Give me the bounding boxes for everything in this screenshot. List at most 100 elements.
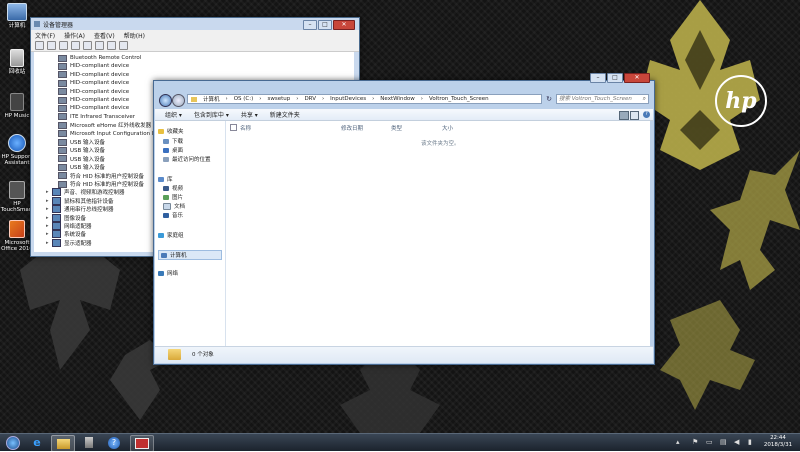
tree-category[interactable]: ▸ 通用串行总线控制器 (46, 205, 114, 214)
taskbar-explorer[interactable] (51, 435, 75, 452)
tree-device[interactable]: 符合 HID 标准的用户控制设备 (58, 172, 144, 180)
tray-expand-icon[interactable]: ▴ (676, 438, 680, 446)
forward-button[interactable] (172, 94, 185, 107)
view-options-icon[interactable] (619, 111, 629, 120)
breadcrumb-voltron[interactable]: Voltron_Touch_Screen (429, 96, 489, 102)
select-all-checkbox[interactable] (230, 124, 237, 131)
breadcrumb-drv[interactable]: DRV (304, 96, 316, 102)
nav-music[interactable]: 音乐 (163, 211, 183, 219)
tree-device[interactable]: USB 输入设备 (58, 146, 105, 154)
titlebar[interactable]: 设备管理器 – □ ✕ (31, 18, 359, 30)
nav-homegroup[interactable]: 家庭组 (158, 231, 184, 239)
menu-view[interactable]: 查看(V) (94, 31, 115, 40)
nav-recent-places[interactable]: 最近访问的位置 (163, 155, 211, 163)
nav-favorites[interactable]: 收藏夹 (158, 127, 184, 135)
menu-action[interactable]: 操作(A) (64, 31, 85, 40)
desktop-icon-office[interactable]: Microsoft Office 2010 (0, 220, 34, 252)
maximize-button[interactable]: □ (318, 20, 332, 30)
close-button[interactable]: ✕ (333, 20, 355, 30)
column-date-modified[interactable]: 修改日期 (341, 124, 363, 132)
new-folder-button[interactable]: 新建文件夹 (270, 110, 300, 119)
tree-device[interactable]: HID-compliant device (58, 62, 129, 70)
clock[interactable]: 22:44 2018/3/31 (760, 435, 796, 449)
tree-category[interactable]: ▸ 网络适配器 (46, 222, 92, 230)
refresh-icon[interactable]: ↻ (544, 94, 554, 104)
taskbar-device-manager[interactable] (130, 435, 154, 452)
desktop-icon-computer[interactable]: 计算机 (0, 3, 34, 29)
address-bar[interactable]: 计算机 › OS (C:) › swsetup › DRV › InputDevices… (187, 94, 542, 104)
include-in-library-button[interactable]: 包含到库中 ▾ (194, 110, 229, 119)
breadcrumb-computer[interactable]: 计算机 (203, 95, 220, 103)
preview-pane-icon[interactable] (630, 111, 639, 120)
scan-hardware-icon[interactable] (95, 41, 104, 50)
breadcrumb-os-c[interactable]: OS (C:) (234, 96, 254, 102)
taskbar-recycle[interactable] (78, 435, 100, 450)
tree-device[interactable]: HID-compliant device (58, 79, 129, 87)
explorer-window[interactable]: – □ ✕ 计算机 › OS (C:) › swsetup › DRV › InputD… (153, 73, 655, 365)
desktop-icon-hp-touchsmart[interactable]: HP TouchSmart (0, 181, 34, 213)
network-icon[interactable]: ▤ (720, 438, 727, 446)
breadcrumb-swsetup[interactable]: swsetup (267, 96, 290, 102)
nav-downloads[interactable]: 下载 (163, 137, 183, 145)
breadcrumb-nextwindow[interactable]: NextWindow (380, 96, 415, 102)
search-input[interactable] (557, 95, 641, 103)
desktop-icon-hp-music[interactable]: HP Music (0, 93, 34, 119)
power-icon[interactable]: ▮ (748, 438, 752, 446)
tree-device[interactable]: 符合 HID 标准的用户控制设备 (58, 180, 144, 188)
organize-button[interactable]: 组织 ▾ (165, 110, 182, 119)
update-driver-icon[interactable] (107, 41, 116, 50)
display-icon[interactable]: ▭ (706, 438, 713, 446)
column-size[interactable]: 大小 (442, 124, 453, 132)
search-box[interactable]: ⌕ (556, 94, 649, 104)
minimize-button[interactable]: – (303, 20, 317, 30)
start-button[interactable] (2, 435, 24, 450)
menu-help[interactable]: 帮助(H) (124, 31, 145, 40)
nav-desktop[interactable]: 桌面 (163, 146, 183, 154)
nav-network[interactable]: 网络 (158, 269, 178, 277)
tree-category[interactable]: ▸ 鼠标和其他指针设备 (46, 196, 114, 205)
desktop-icon-recycle-bin[interactable]: 回收站 (0, 49, 34, 75)
help-icon[interactable] (83, 41, 92, 50)
tree-device[interactable]: HID-compliant device (58, 96, 129, 104)
column-name[interactable]: 名称 (240, 124, 251, 132)
share-button[interactable]: 共享 ▾ (241, 110, 258, 119)
tree-device[interactable]: HID-compliant device (58, 71, 129, 79)
maximize-button[interactable]: □ (607, 73, 623, 83)
tree-view-icon[interactable] (59, 41, 68, 50)
tree-device[interactable]: Microsoft eHome 红外线收发器 (58, 121, 151, 129)
nav-videos[interactable]: 视频 (163, 184, 183, 192)
tree-device[interactable]: USB 输入设备 (58, 163, 105, 171)
disable-device-icon[interactable] (119, 41, 128, 50)
help-icon[interactable]: ? (643, 111, 650, 118)
tree-category[interactable]: ▸ 声音、视频和游戏控制器 (46, 188, 125, 197)
tree-category[interactable]: ▸ 显示适配器 (46, 238, 92, 247)
properties-icon[interactable] (71, 41, 80, 50)
nav-computer[interactable]: 计算机 (158, 250, 222, 260)
nav-documents[interactable]: 文档 (163, 202, 185, 210)
back-arrow-icon[interactable] (35, 41, 44, 50)
column-type[interactable]: 类型 (391, 124, 402, 132)
back-button[interactable] (159, 94, 172, 107)
breadcrumb-inputdevices[interactable]: InputDevices (330, 96, 366, 102)
tree-device[interactable]: HID-compliant device (58, 88, 129, 96)
tree-device[interactable]: ITE Infrared Transceiver (58, 113, 135, 121)
file-list[interactable]: 名称 修改日期 类型 大小 该文件夹为空。 (226, 121, 650, 346)
tree-device[interactable]: USB 输入设备 (58, 155, 105, 163)
forward-arrow-icon[interactable] (47, 41, 56, 50)
menu-file[interactable]: 文件(F) (35, 31, 55, 40)
taskbar-help[interactable]: ? (103, 435, 125, 450)
nav-libraries[interactable]: 库 (158, 175, 173, 183)
action-center-icon[interactable]: ⚑ (692, 438, 698, 446)
tree-category[interactable]: ▸ 图像设备 (46, 213, 86, 222)
nav-pictures[interactable]: 图片 (163, 193, 183, 201)
volume-icon[interactable]: ◀ (734, 438, 739, 446)
tree-device[interactable]: HID-compliant device (58, 104, 129, 112)
tree-device[interactable]: Bluetooth Remote Control (58, 54, 141, 62)
close-button[interactable]: ✕ (624, 73, 650, 83)
tree-device[interactable]: USB 输入设备 (58, 138, 105, 146)
folder-icon (168, 349, 181, 360)
taskbar-ie[interactable]: e (26, 435, 48, 450)
minimize-button[interactable]: – (590, 73, 606, 83)
desktop-icon-hp-support[interactable]: HP Support Assistant (0, 134, 34, 166)
tree-category[interactable]: ▸ 系统设备 (46, 230, 86, 239)
